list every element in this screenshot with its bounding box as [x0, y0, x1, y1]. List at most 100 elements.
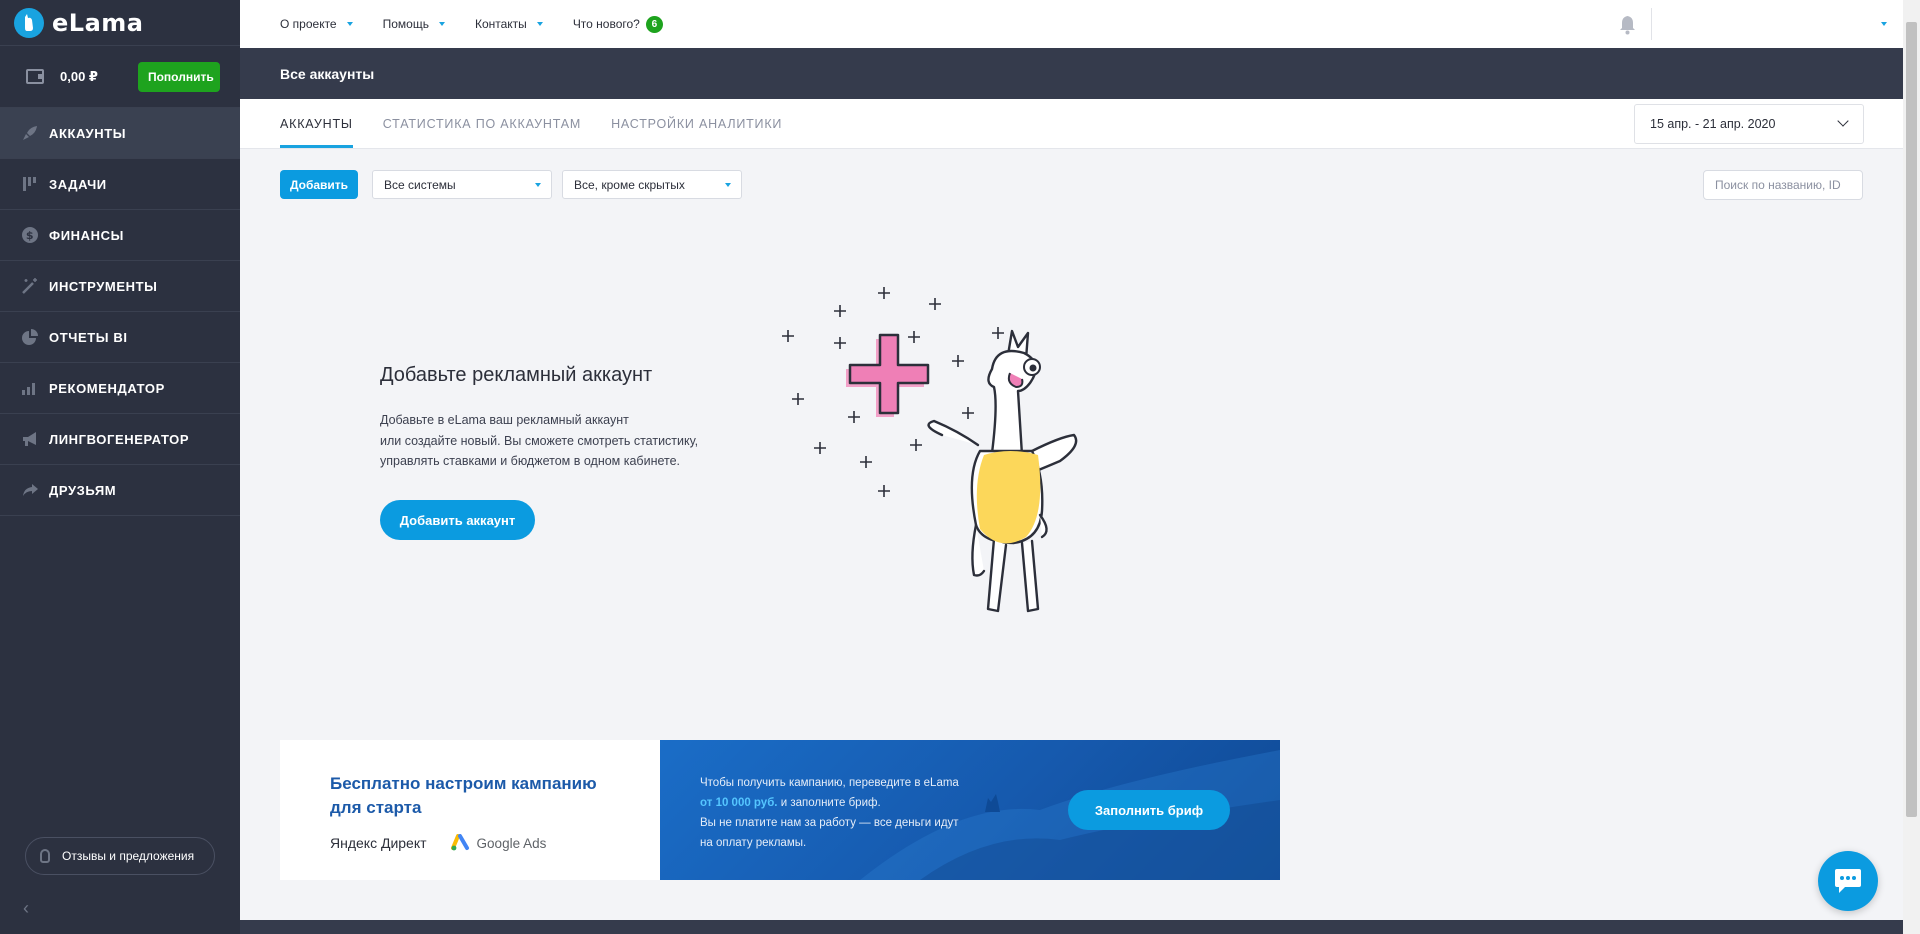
bar-chart-icon: [20, 378, 40, 398]
user-menu-divider: [1651, 8, 1652, 40]
promo-text-line: от 10 000 руб. и заполните бриф.: [700, 793, 1000, 813]
sidebar-item-accounts[interactable]: АККАУНТЫ: [0, 108, 240, 159]
promo-amount: от 10 000 руб.: [700, 797, 778, 809]
tab-analytics-settings[interactable]: НАСТРОЙКИ АНАЛИТИКИ: [611, 99, 782, 148]
menu-contacts-label: Контакты: [474, 17, 527, 31]
empty-state-line: управлять ставками и бюджетом в одном ка…: [380, 454, 681, 468]
promo-title: Бесплатно настроим кампанию для старта: [330, 772, 660, 820]
dollar-icon: $: [20, 225, 40, 245]
page-scrollbar[interactable]: [1903, 0, 1920, 934]
top-bar: О проекте Помощь Контакты Что нового? 6: [240, 0, 1903, 48]
caret-down-icon: [535, 183, 541, 187]
logo[interactable]: eLama: [0, 0, 240, 46]
empty-state-line: Добавьте в eLama ваш рекламный аккаунт: [380, 413, 629, 427]
sidebar-item-label: ИНСТРУМЕНТЫ: [49, 278, 158, 294]
empty-state-title: Добавьте рекламный аккаунт: [380, 364, 653, 386]
date-range-picker[interactable]: 15 апр. - 21 апр. 2020: [1634, 104, 1864, 144]
page-title: Все аккаунты: [240, 48, 1903, 99]
promo-title-line: Бесплатно настроим кампанию: [330, 774, 597, 793]
balance-value: 0,00 ₽: [60, 68, 98, 84]
caret-down-icon: [536, 22, 543, 26]
tab-accounts[interactable]: АККАУНТЫ: [280, 99, 353, 148]
sidebar-item-label: ЗАДАЧИ: [49, 176, 107, 192]
promo-text-line: на оплату рекламы.: [700, 837, 807, 849]
sidebar-item-tasks[interactable]: ЗАДАЧИ: [0, 159, 240, 210]
caret-down-icon: [346, 22, 353, 26]
google-ads-logo: Google Ads: [450, 834, 547, 852]
bell-icon[interactable]: [1619, 15, 1636, 35]
sidebar-item-tools[interactable]: ИНСТРУМЕНТЫ: [0, 261, 240, 312]
whats-new-badge: 6: [645, 15, 663, 33]
logo-text: eLama: [52, 8, 144, 37]
promo-title-line: для старта: [330, 798, 422, 817]
date-range-value: 15 апр. - 21 апр. 2020: [1650, 117, 1776, 131]
sidebar-item-lingvogenerator[interactable]: ЛИНГВОГЕНЕРАТОР: [0, 414, 240, 465]
add-account-button[interactable]: Добавить аккаунт: [380, 500, 535, 540]
promo-text-line: Вы не платите нам за работу — все деньги…: [700, 817, 959, 829]
promo-banner-left: Бесплатно настроим кампанию для старта Я…: [280, 740, 660, 880]
systems-filter-value: Все системы: [384, 177, 456, 192]
caret-down-icon: [438, 22, 445, 26]
feedback-label: Отзывы и предложения: [62, 849, 195, 863]
feedback-button[interactable]: Отзывы и предложения: [25, 837, 215, 875]
visibility-filter-select[interactable]: Все, кроме скрытых: [562, 170, 742, 199]
menu-whats-new[interactable]: Что нового? 6: [572, 15, 663, 33]
svg-text:$: $: [26, 229, 34, 242]
caret-down-icon: [725, 183, 731, 187]
sidebar-item-label: ФИНАНСЫ: [49, 227, 124, 243]
sidebar-item-label: ДРУЗЬЯМ: [49, 482, 117, 498]
chevron-down-icon: [1837, 115, 1849, 127]
search-input[interactable]: [1703, 170, 1863, 200]
fill-brief-button[interactable]: Заполнить бриф: [1068, 790, 1230, 830]
rocket-icon: [20, 123, 40, 143]
sidebar-item-recommender[interactable]: РЕКОМЕНДАТОР: [0, 363, 240, 414]
tab-accounts-statistics[interactable]: СТАТИСТИКА ПО АККАУНТАМ: [383, 99, 581, 148]
llama-logo-icon: [14, 7, 44, 38]
google-ads-icon: [450, 834, 469, 851]
sidebar-item-label: ЛИНГВОГЕНЕРАТОР: [49, 431, 190, 447]
sidebar-item-label: РЕКОМЕНДАТОР: [49, 380, 165, 396]
balance-row: 0,00 ₽ Пополнить: [0, 46, 240, 108]
google-ads-label: Google Ads: [476, 835, 547, 851]
promo-banner: Бесплатно настроим кампанию для старта Я…: [280, 740, 1280, 880]
sidebar-item-friends[interactable]: ДРУЗЬЯМ: [0, 465, 240, 516]
magic-wand-icon: [20, 276, 40, 296]
sidebar: eLama 0,00 ₽ Пополнить АККАУНТЫ ЗАДАЧИ $…: [0, 0, 240, 934]
megaphone-icon: [20, 429, 40, 449]
menu-about-label: О проекте: [280, 17, 337, 31]
sidebar-item-label: ОТЧЕТЫ BI: [49, 329, 128, 345]
empty-state-description: Добавьте в eLama ваш рекламный аккаунт и…: [380, 410, 730, 472]
sidebar-item-bi-reports[interactable]: ОТЧЕТЫ BI: [0, 312, 240, 363]
partner-logos: Яндекс Директ Google Ads: [330, 834, 660, 852]
whats-new-label: Что нового?: [572, 17, 640, 31]
tabs-bar: АККАУНТЫ СТАТИСТИКА ПО АККАУНТАМ НАСТРОЙ…: [240, 99, 1903, 149]
pie-chart-icon: [20, 327, 40, 347]
sidebar-item-finance[interactable]: $ ФИНАНСЫ: [0, 210, 240, 261]
menu-help[interactable]: Помощь: [383, 17, 445, 31]
systems-filter-select[interactable]: Все системы: [372, 170, 552, 199]
lightbulb-icon: [40, 849, 50, 863]
menu-help-label: Помощь: [382, 17, 429, 31]
llama-illustration: [782, 287, 1078, 613]
promo-text-line: Чтобы получить кампанию, переведите в eL…: [700, 777, 959, 789]
add-button[interactable]: Добавить: [280, 170, 358, 199]
wallet-icon: [26, 69, 44, 84]
yandex-direct-logo: Яндекс Директ: [330, 835, 427, 851]
menu-contacts[interactable]: Контакты: [475, 17, 543, 31]
collapse-sidebar-icon[interactable]: ‹: [23, 898, 29, 919]
chat-button[interactable]: [1818, 851, 1878, 911]
promo-banner-right: Чтобы получить кампанию, переведите в eL…: [660, 740, 1280, 880]
promo-text-rest: и заполните бриф.: [777, 797, 881, 809]
footer-strip: [240, 920, 1903, 934]
promo-text: Чтобы получить кампанию, переведите в eL…: [700, 773, 1000, 853]
chat-bubble-icon: [1835, 869, 1861, 893]
sidebar-item-label: АККАУНТЫ: [49, 125, 127, 141]
topup-button[interactable]: Пополнить: [137, 61, 220, 92]
tasks-icon: [20, 174, 40, 194]
share-icon: [20, 480, 40, 500]
scrollbar-thumb[interactable]: [1906, 22, 1917, 817]
user-menu-caret-icon[interactable]: [1881, 22, 1887, 26]
visibility-filter-value: Все, кроме скрытых: [574, 177, 685, 192]
empty-state-line: или создайте новый. Вы сможете смотреть …: [380, 433, 699, 448]
menu-about[interactable]: О проекте: [280, 17, 353, 31]
